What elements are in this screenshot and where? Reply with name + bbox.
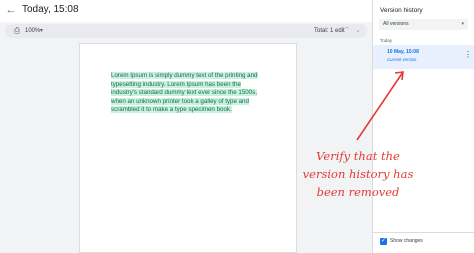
more-options-icon[interactable]: ⋮ bbox=[464, 49, 472, 61]
version-subtitle: Current version bbox=[387, 57, 417, 62]
page-title: Today, 15:08 bbox=[22, 4, 79, 15]
top-bar: ← Today, 15:08 bbox=[0, 0, 372, 22]
previous-edit-icon[interactable]: ⌃ bbox=[344, 26, 350, 36]
version-date: 10 May, 15:08 bbox=[387, 49, 419, 55]
version-filter-select[interactable]: All versions ▾ bbox=[379, 19, 468, 30]
version-filter-label: All versions bbox=[383, 21, 409, 27]
edit-count: Total: 1 edit bbox=[314, 28, 345, 34]
toolbar: ⎙ 100% ▾ Total: 1 edit ⌃ ⌄ bbox=[5, 24, 367, 38]
show-changes-label: Show changes bbox=[390, 238, 423, 244]
annotation-line: version history has bbox=[302, 167, 414, 181]
chevron-down-icon[interactable]: ▾ bbox=[40, 26, 43, 36]
printer-icon[interactable]: ⎙ bbox=[12, 26, 22, 36]
document-page[interactable]: Lorem Ipsum is simply dummy text of the … bbox=[79, 43, 297, 253]
document-text: Lorem Ipsum is simply dummy text of the … bbox=[111, 72, 261, 115]
editor-area: ← Today, 15:08 ⎙ 100% ▾ Total: 1 edit ⌃ … bbox=[0, 0, 372, 253]
zoom-select[interactable]: 100% bbox=[25, 26, 40, 36]
show-changes-checkbox[interactable]: ✓ bbox=[380, 238, 387, 245]
annotation-text: Verify that the version history has been… bbox=[294, 147, 422, 201]
version-item[interactable]: 10 May, 15:08 Current version ⋮ bbox=[373, 45, 474, 69]
chevron-down-icon: ▾ bbox=[461, 21, 464, 27]
panel-title: Version history bbox=[380, 7, 423, 14]
divider bbox=[373, 232, 474, 233]
annotation-line: been removed bbox=[316, 185, 400, 199]
highlighted-text: Lorem Ipsum is simply dummy text of the … bbox=[111, 72, 258, 114]
next-edit-icon[interactable]: ⌄ bbox=[355, 26, 361, 36]
annotation-line: Verify that the bbox=[316, 149, 400, 163]
back-arrow-icon[interactable]: ← bbox=[5, 4, 17, 16]
section-heading: Today bbox=[380, 38, 393, 43]
version-history-panel: Version history All versions ▾ Today 10 … bbox=[372, 0, 474, 253]
